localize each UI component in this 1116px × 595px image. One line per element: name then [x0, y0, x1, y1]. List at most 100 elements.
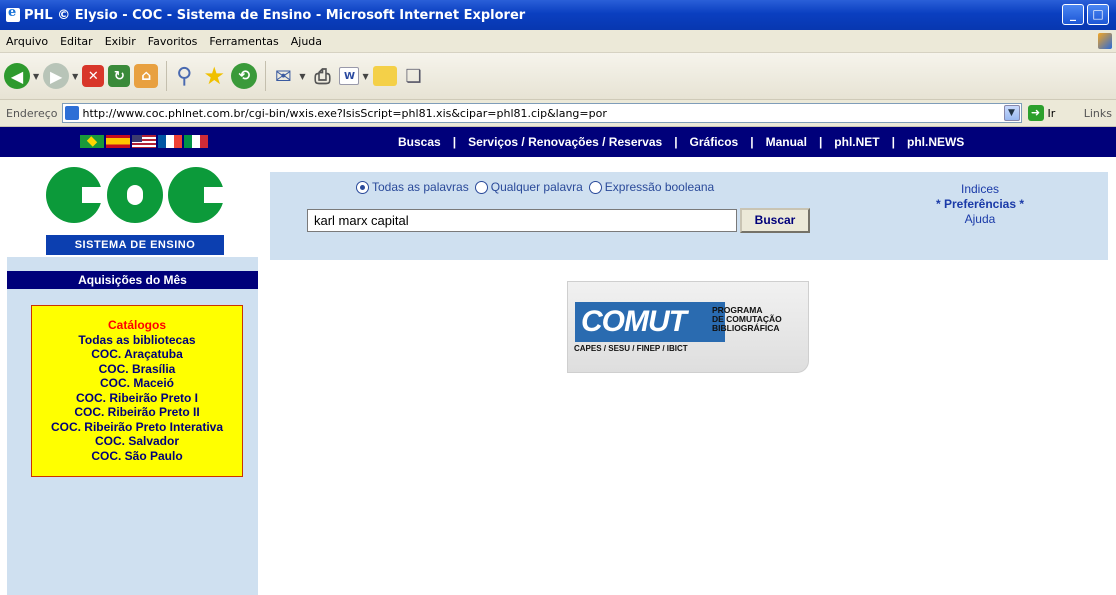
research-icon: ❏: [405, 65, 422, 87]
catalog-link-salvador[interactable]: COC. Salvador: [32, 434, 242, 449]
stop-button[interactable]: ✕: [82, 60, 105, 92]
menu-favoritos[interactable]: Favoritos: [142, 35, 204, 48]
home-icon: ⌂: [134, 64, 159, 88]
title-bar: PHL © Elysio - COC - Sistema de Ensino -…: [0, 0, 1116, 30]
site-nav-links: Buscas | Serviços / Renovações / Reserva…: [398, 135, 965, 149]
address-label: Endereço: [6, 106, 58, 120]
acquisitions-heading: Aquisições do Mês: [7, 271, 258, 289]
search-panel: Todas as palavras Qualquer palavra Expre…: [270, 172, 1108, 260]
page-content: Buscas | Serviços / Renovações / Reserva…: [0, 127, 1116, 595]
nav-servicos[interactable]: Serviços / Renovações / Reservas: [468, 135, 662, 149]
search-submit-button[interactable]: Buscar: [740, 208, 810, 233]
search-icon: ⚲: [176, 63, 193, 89]
comut-banner[interactable]: COMUT PROGRAMA DE COMUTAÇÃO BIBLIOGRÁFIC…: [567, 281, 809, 373]
catalog-link-maceio[interactable]: COC. Maceió: [32, 376, 242, 391]
back-button[interactable]: ◀ ▼: [4, 60, 39, 92]
nav-phl-news[interactable]: phl.NEWS: [907, 135, 964, 149]
nav-manual[interactable]: Manual: [766, 135, 807, 149]
favorites-button[interactable]: ★: [201, 60, 227, 92]
catalog-link-todas[interactable]: Todas as bibliotecas: [32, 333, 242, 348]
address-url: http://www.coc.phlnet.com.br/cgi-bin/wxi…: [82, 106, 607, 120]
history-icon: ⟲: [231, 63, 258, 89]
menu-bar: Arquivo Editar Exibir Favoritos Ferramen…: [0, 30, 1116, 53]
home-button[interactable]: ⌂: [134, 60, 159, 92]
address-bar: Endereço http://www.coc.phlnet.com.br/cg…: [0, 100, 1116, 127]
flag-usa-icon[interactable]: [132, 135, 156, 148]
flag-italy-icon[interactable]: [184, 135, 208, 148]
minimize-button[interactable]: _: [1062, 4, 1084, 25]
folder-button[interactable]: [372, 60, 397, 92]
mail-icon: ✉: [274, 64, 292, 88]
back-icon: ◀: [4, 63, 30, 89]
ie-icon: [6, 5, 20, 22]
window-title: PHL © Elysio - COC - Sistema de Ensino -…: [24, 7, 526, 23]
preferencias-link[interactable]: * Preferências *: [910, 197, 1050, 212]
chevron-down-icon[interactable]: ▼: [1003, 105, 1020, 121]
radio-unselected-icon: [588, 180, 602, 194]
catalog-box: Catálogos Todas as bibliotecas COC. Araç…: [31, 305, 243, 477]
stop-icon: ✕: [82, 65, 105, 87]
catalog-title: Catálogos: [107, 318, 166, 332]
print-button[interactable]: ⎙: [309, 60, 335, 92]
comut-word: COMUT: [575, 302, 725, 342]
edit-button[interactable]: W ▼: [339, 60, 369, 92]
radio-selected-icon: [356, 180, 369, 194]
side-links: Indices * Preferências * Ajuda: [910, 182, 1050, 227]
menu-ajuda[interactable]: Ajuda: [285, 35, 328, 48]
flag-france-icon[interactable]: [158, 135, 182, 148]
toolbar: ◀ ▼ ▶ ▼ ✕ ↻ ⌂ ⚲ ★ ⟲ ✉ ▼ ⎙ W ▼ ❏: [0, 53, 1116, 100]
catalog-link-sao-paulo[interactable]: COC. São Paulo: [32, 449, 242, 464]
radio-unselected-icon: [474, 180, 488, 194]
catalog-link-ribeirao-1[interactable]: COC. Ribeirão Preto I: [32, 391, 242, 406]
indices-link[interactable]: Indices: [910, 182, 1050, 197]
catalog-link-ribeirao-interativa[interactable]: COC. Ribeirão Preto Interativa: [32, 420, 242, 435]
print-icon: ⎙: [314, 64, 331, 88]
page-icon: [64, 106, 79, 120]
flag-brazil-icon[interactable]: [80, 135, 104, 148]
catalog-link-brasilia[interactable]: COC. Brasília: [32, 362, 242, 377]
comut-sponsors: CAPES / SESU / FINEP / IBICT: [574, 344, 688, 353]
coc-logo: SISTEMA DE ENSINO: [46, 167, 226, 257]
flag-spain-icon[interactable]: [106, 135, 130, 148]
comut-program-text: PROGRAMA DE COMUTAÇÃO BIBLIOGRÁFICA: [712, 305, 782, 333]
radio-todas[interactable]: Todas as palavras: [356, 180, 469, 194]
edit-icon: W: [339, 67, 360, 85]
research-button[interactable]: ❏: [401, 60, 427, 92]
radio-qualquer[interactable]: Qualquer palavra: [474, 180, 583, 194]
menu-arquivo[interactable]: Arquivo: [0, 35, 54, 48]
search-button[interactable]: ⚲: [171, 60, 197, 92]
logo-tagline: SISTEMA DE ENSINO: [46, 235, 224, 255]
catalog-link-ribeirao-2[interactable]: COC. Ribeirão Preto II: [32, 405, 242, 420]
menu-exibir[interactable]: Exibir: [99, 35, 142, 48]
mail-button[interactable]: ✉ ▼: [270, 60, 306, 92]
left-column: Aquisições do Mês Catálogos Todas as bib…: [7, 257, 258, 595]
address-input[interactable]: http://www.coc.phlnet.com.br/cgi-bin/wxi…: [61, 103, 1022, 123]
favorites-icon: ★: [203, 62, 226, 90]
refresh-icon: ↻: [108, 65, 131, 87]
logo-letter-o: [107, 167, 163, 223]
language-flags: [80, 135, 210, 148]
links-button[interactable]: Links: [1084, 107, 1112, 120]
refresh-button[interactable]: ↻: [108, 60, 131, 92]
menu-editar[interactable]: Editar: [54, 35, 99, 48]
nav-graficos[interactable]: Gráficos: [690, 135, 739, 149]
site-nav-bar: Buscas | Serviços / Renovações / Reserva…: [0, 127, 1116, 157]
windows-logo-icon: [1098, 33, 1112, 49]
maximize-button[interactable]: □: [1087, 4, 1109, 25]
ajuda-link[interactable]: Ajuda: [910, 212, 1050, 227]
go-button[interactable]: Ir: [1048, 107, 1056, 120]
nav-phl-net[interactable]: phl.NET: [834, 135, 879, 149]
search-input[interactable]: karl marx capital: [307, 209, 737, 232]
history-button[interactable]: ⟲: [231, 60, 258, 92]
search-mode-options: Todas as palavras Qualquer palavra Expre…: [356, 180, 720, 194]
forward-icon: ▶: [43, 63, 70, 89]
folder-icon: [372, 66, 397, 86]
catalog-link-aracatuba[interactable]: COC. Araçatuba: [32, 347, 242, 362]
logo-letter-c: [168, 167, 226, 223]
logo-letter-c: [46, 167, 104, 223]
nav-buscas[interactable]: Buscas: [398, 135, 441, 149]
radio-booleana[interactable]: Expressão booleana: [588, 180, 714, 194]
menu-ferramentas[interactable]: Ferramentas: [203, 35, 284, 48]
go-arrow-icon[interactable]: ➜: [1027, 105, 1044, 121]
forward-button[interactable]: ▶ ▼: [43, 60, 78, 92]
